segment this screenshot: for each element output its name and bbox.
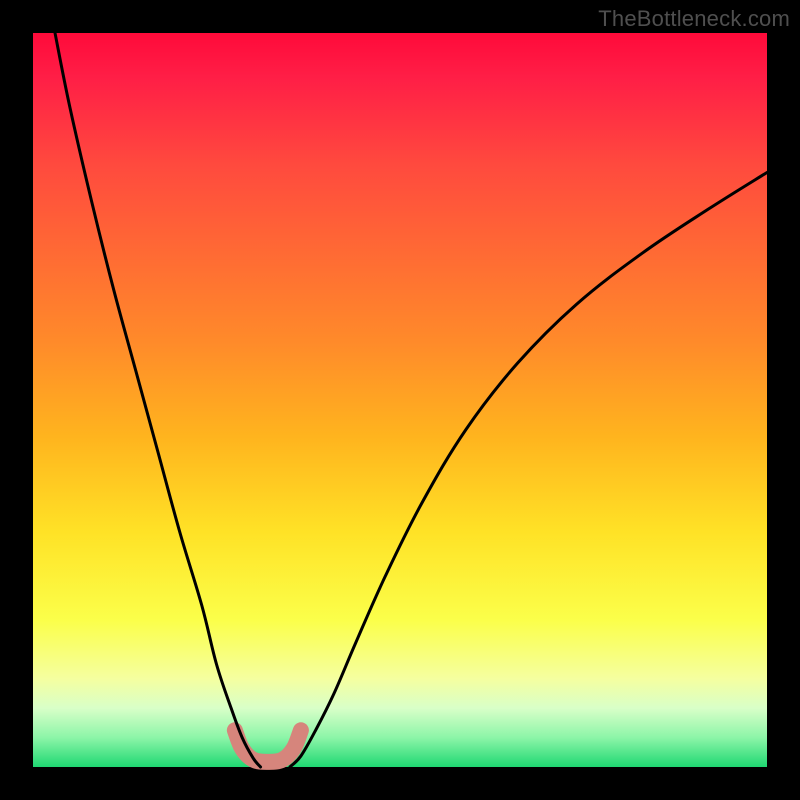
bottleneck-chart: [0, 0, 800, 800]
chart-frame: TheBottleneck.com: [0, 0, 800, 800]
watermark-text: TheBottleneck.com: [598, 6, 790, 32]
